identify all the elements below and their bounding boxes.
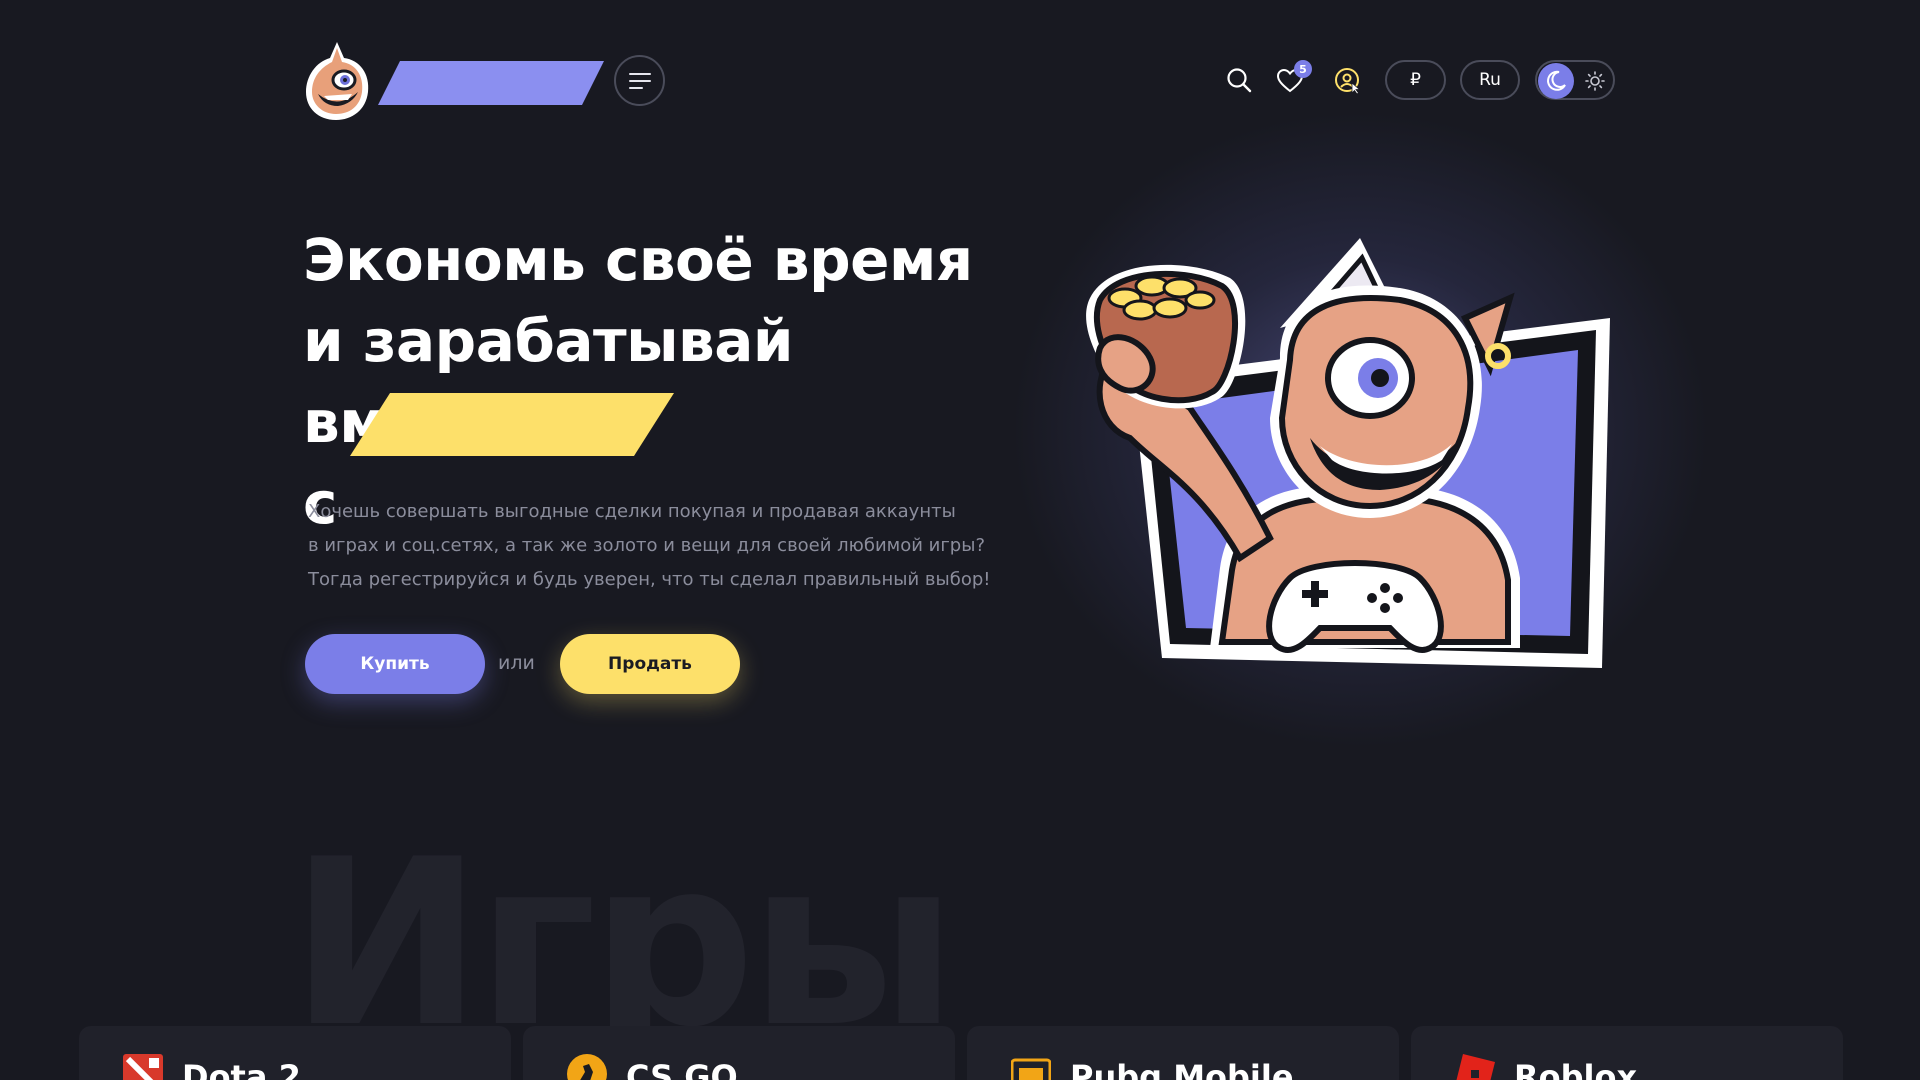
dota2-icon xyxy=(123,1054,163,1080)
logo-mascot-icon[interactable] xyxy=(300,38,374,122)
currency-label: ₽ xyxy=(1410,70,1421,90)
favorites-count-badge: 5 xyxy=(1294,60,1312,78)
mascot-illustration xyxy=(1086,238,1610,668)
language-label: Ru xyxy=(1479,70,1501,90)
menu-button[interactable] xyxy=(614,55,665,106)
game-card-pubg[interactable]: Pubg Mobile xyxy=(967,1026,1399,1080)
game-card-roblox[interactable]: Roblox xyxy=(1411,1026,1843,1080)
buy-button[interactable]: Купить xyxy=(305,634,485,694)
brand-name-bar xyxy=(350,393,674,456)
logo-wordmark-bar[interactable] xyxy=(378,61,604,105)
hero-description-line3: Тогда регестрируйся и будь уверен, что т… xyxy=(308,569,991,590)
hero-description-line1: Хочешь совершать выгодные сделки покупая… xyxy=(308,501,956,522)
game-card-dota2[interactable]: Dota 2 xyxy=(79,1026,511,1080)
game-card-csgo[interactable]: CS GO xyxy=(523,1026,955,1080)
theme-knob xyxy=(1538,63,1574,99)
menu-icon xyxy=(629,73,651,75)
or-text: или xyxy=(498,652,535,674)
currency-selector[interactable]: ₽ xyxy=(1385,60,1446,100)
hero-description: Хочешь совершать выгодные сделки покупая… xyxy=(308,495,1008,597)
pubg-icon xyxy=(1011,1058,1051,1080)
sell-button[interactable]: Продать xyxy=(560,634,740,694)
profile-button[interactable] xyxy=(1334,67,1362,95)
csgo-icon xyxy=(567,1054,607,1080)
favorites-button[interactable]: 5 xyxy=(1276,60,1312,94)
game-name: Dota 2 xyxy=(182,1058,301,1080)
hero-description-line2: в играх и соц.сетях, а так же золото и в… xyxy=(308,535,985,556)
game-name: Roblox xyxy=(1514,1058,1638,1080)
sun-icon xyxy=(1585,71,1605,91)
user-icon xyxy=(1335,68,1361,95)
search-icon xyxy=(1227,68,1252,93)
theme-toggle[interactable] xyxy=(1535,60,1615,100)
game-name: CS GO xyxy=(626,1058,738,1080)
moon-icon xyxy=(1547,70,1566,91)
header: 5 ₽ Ru xyxy=(0,0,1920,160)
language-selector[interactable]: Ru xyxy=(1460,60,1520,100)
game-name: Pubg Mobile xyxy=(1070,1058,1294,1080)
hero-title-line1: Экономь своё время xyxy=(303,226,973,294)
search-button[interactable] xyxy=(1225,66,1253,94)
roblox-icon xyxy=(1456,1054,1495,1080)
